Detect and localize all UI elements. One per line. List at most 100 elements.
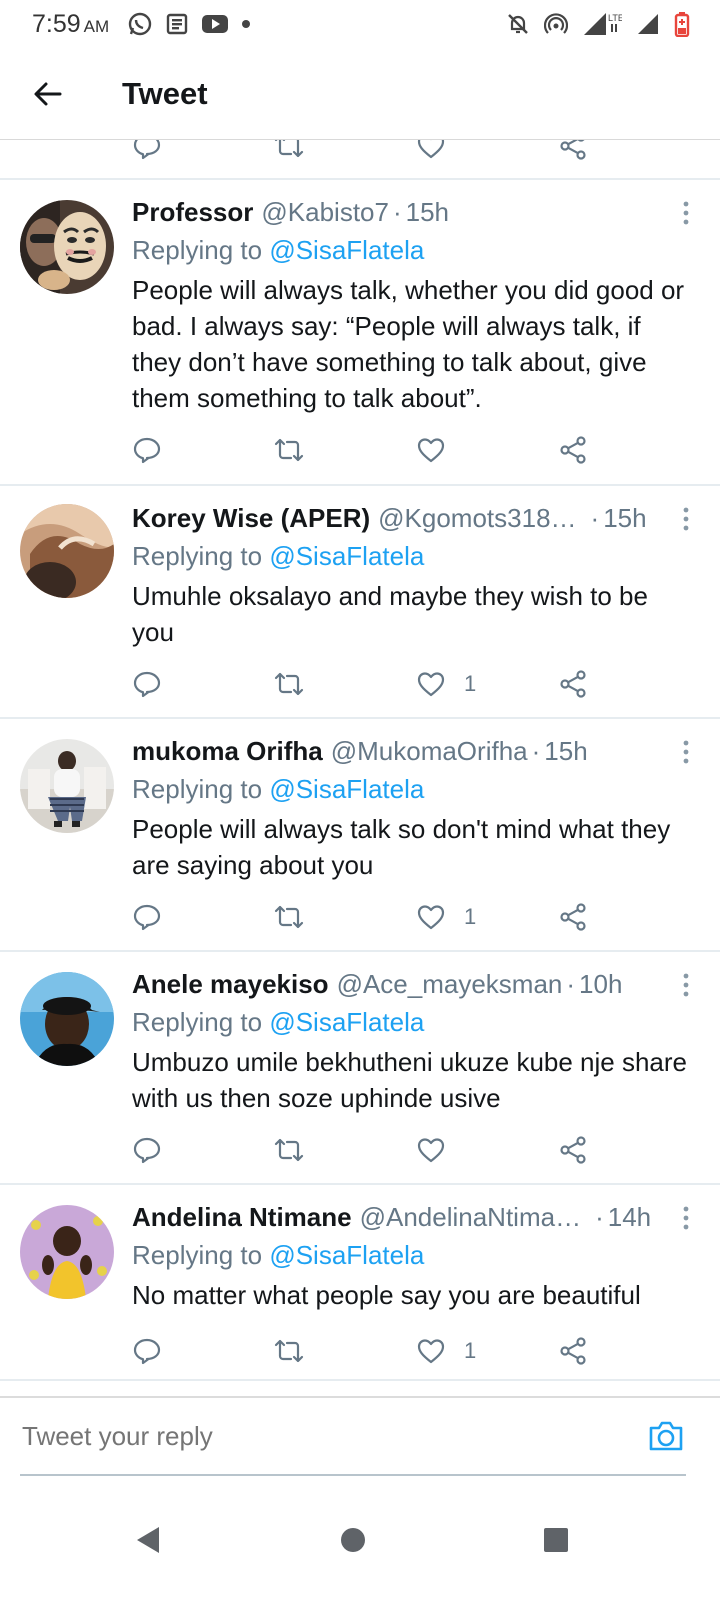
tweet-text: People will always talk so don't mind wh… bbox=[132, 814, 671, 880]
signal-icon bbox=[636, 12, 660, 36]
reply-icon bbox=[133, 437, 161, 464]
reply-button[interactable] bbox=[132, 1331, 162, 1371]
status-bar: 7:59 AM LTE bbox=[0, 0, 720, 48]
author-name[interactable]: Anele mayekiso bbox=[132, 966, 329, 1002]
back-button[interactable] bbox=[20, 66, 76, 122]
cap-man-avatar bbox=[20, 972, 114, 1066]
retweet-button[interactable] bbox=[272, 1130, 306, 1170]
like-button[interactable]: 1 bbox=[416, 664, 476, 704]
reply-icon bbox=[133, 1137, 161, 1164]
share-button[interactable] bbox=[558, 140, 588, 166]
camera-icon bbox=[649, 1421, 683, 1451]
share-icon bbox=[560, 140, 586, 160]
author-handle[interactable]: @AndelinaNtima… bbox=[360, 1199, 581, 1235]
camera-button[interactable] bbox=[644, 1414, 688, 1458]
reply-button[interactable] bbox=[132, 1130, 162, 1170]
tweet[interactable]: Anele mayekiso @Ace_mayeksman · 10h Reply… bbox=[0, 952, 720, 1185]
heart-icon bbox=[417, 1138, 445, 1163]
author-name[interactable]: mukoma Orifha bbox=[132, 733, 323, 769]
mention-link[interactable]: @SisaFlatela bbox=[269, 774, 424, 804]
author-handle[interactable]: @Kabisto7 bbox=[261, 194, 389, 230]
more-options-button[interactable] bbox=[674, 968, 698, 1002]
like-button[interactable] bbox=[416, 1130, 464, 1170]
reply-input[interactable] bbox=[20, 1420, 644, 1452]
retweet-button[interactable] bbox=[272, 430, 306, 470]
author-handle[interactable]: @Kgomots318… bbox=[378, 500, 576, 536]
mention-link[interactable]: @SisaFlatela bbox=[269, 1240, 424, 1270]
share-button[interactable] bbox=[558, 664, 588, 704]
share-icon bbox=[560, 1337, 586, 1365]
retweet-button[interactable] bbox=[272, 664, 306, 704]
avatar[interactable] bbox=[20, 972, 114, 1066]
recents-square-icon bbox=[544, 1528, 568, 1552]
avatar[interactable] bbox=[20, 200, 114, 294]
tweet[interactable]: Korey Wise (APER) @Kgomots318… · 15h Repl… bbox=[0, 486, 720, 719]
replying-to: Replying to @SisaFlatela bbox=[132, 774, 425, 804]
share-button[interactable] bbox=[558, 1331, 588, 1371]
reply-composer bbox=[20, 1398, 686, 1476]
like-button[interactable] bbox=[416, 140, 446, 166]
avatar[interactable] bbox=[20, 504, 114, 598]
reply-button[interactable] bbox=[132, 430, 162, 470]
retweet-button[interactable] bbox=[272, 897, 306, 937]
tweet[interactable]: Professor @Kabisto7 · 15h Replying to @Si… bbox=[0, 180, 720, 486]
more-vertical-icon bbox=[683, 201, 689, 225]
share-icon bbox=[560, 903, 586, 931]
share-button[interactable] bbox=[558, 1130, 588, 1170]
tweet-time: · 14h bbox=[595, 1202, 652, 1232]
share-button[interactable] bbox=[558, 897, 588, 937]
nav-home-button[interactable] bbox=[313, 1500, 393, 1580]
page-title: Tweet bbox=[122, 76, 208, 111]
action-bar: 1 bbox=[132, 1331, 592, 1371]
mention-link[interactable]: @SisaFlatela bbox=[269, 1007, 424, 1037]
heart-icon bbox=[417, 140, 445, 159]
author-handle[interactable]: @MukomaOrifha bbox=[331, 733, 528, 769]
baby-photo-avatar bbox=[20, 1205, 114, 1299]
mention-link[interactable]: @SisaFlatela bbox=[269, 541, 424, 571]
reply-icon bbox=[133, 140, 161, 160]
retweet-icon bbox=[274, 905, 304, 929]
share-button[interactable] bbox=[558, 430, 588, 470]
replying-to: Replying to @SisaFlatela bbox=[132, 1007, 425, 1037]
more-options-button[interactable] bbox=[674, 502, 698, 536]
more-options-button[interactable] bbox=[674, 196, 698, 230]
heart-icon bbox=[417, 672, 445, 697]
action-bar bbox=[132, 140, 592, 166]
tweet[interactable]: mukoma Orifha @MukomaOrifha · 15h Replyin… bbox=[0, 719, 720, 952]
reply-button[interactable] bbox=[132, 897, 162, 937]
replying-to: Replying to @SisaFlatela bbox=[132, 1240, 425, 1270]
nav-back-button[interactable] bbox=[108, 1500, 188, 1580]
home-circle-icon bbox=[341, 1528, 365, 1552]
avatar[interactable] bbox=[20, 739, 114, 833]
retweet-icon bbox=[274, 438, 304, 462]
retweet-button[interactable] bbox=[272, 140, 306, 166]
tweet[interactable]: Andelina Ntimane @AndelinaNtima… · 14h Re… bbox=[0, 1185, 720, 1381]
like-count: 1 bbox=[464, 671, 477, 696]
sepia-photo-avatar bbox=[20, 504, 114, 598]
avatar[interactable] bbox=[20, 1205, 114, 1299]
more-options-button[interactable] bbox=[674, 1201, 698, 1235]
tweet-time: · 15h bbox=[392, 197, 450, 227]
reply-button[interactable] bbox=[132, 140, 162, 166]
tweet-text: No matter what people say you are beauti… bbox=[132, 1280, 641, 1310]
nav-recents-button[interactable] bbox=[516, 1500, 596, 1580]
replying-to: Replying to @SisaFlatela bbox=[132, 235, 425, 265]
reply-button[interactable] bbox=[132, 664, 162, 704]
author-name[interactable]: Andelina Ntimane bbox=[132, 1199, 352, 1235]
dot-icon bbox=[241, 19, 251, 29]
retweet-button[interactable] bbox=[272, 1331, 306, 1371]
like-button[interactable]: 1 bbox=[416, 897, 476, 937]
previous-tweet-actions bbox=[0, 140, 720, 178]
mention-link[interactable]: @SisaFlatela bbox=[269, 235, 424, 265]
author-handle[interactable]: @Ace_mayeksman bbox=[337, 966, 563, 1002]
action-bar bbox=[132, 1130, 592, 1170]
youtube-icon bbox=[201, 13, 229, 35]
news-icon bbox=[165, 12, 189, 36]
hotspot-icon bbox=[544, 12, 568, 36]
like-button[interactable] bbox=[416, 430, 464, 470]
more-options-button[interactable] bbox=[674, 735, 698, 769]
author-name[interactable]: Korey Wise (APER) bbox=[132, 500, 370, 536]
author-name[interactable]: Professor bbox=[132, 194, 253, 230]
retweet-icon bbox=[274, 1138, 304, 1162]
like-button[interactable]: 1 bbox=[416, 1331, 476, 1371]
